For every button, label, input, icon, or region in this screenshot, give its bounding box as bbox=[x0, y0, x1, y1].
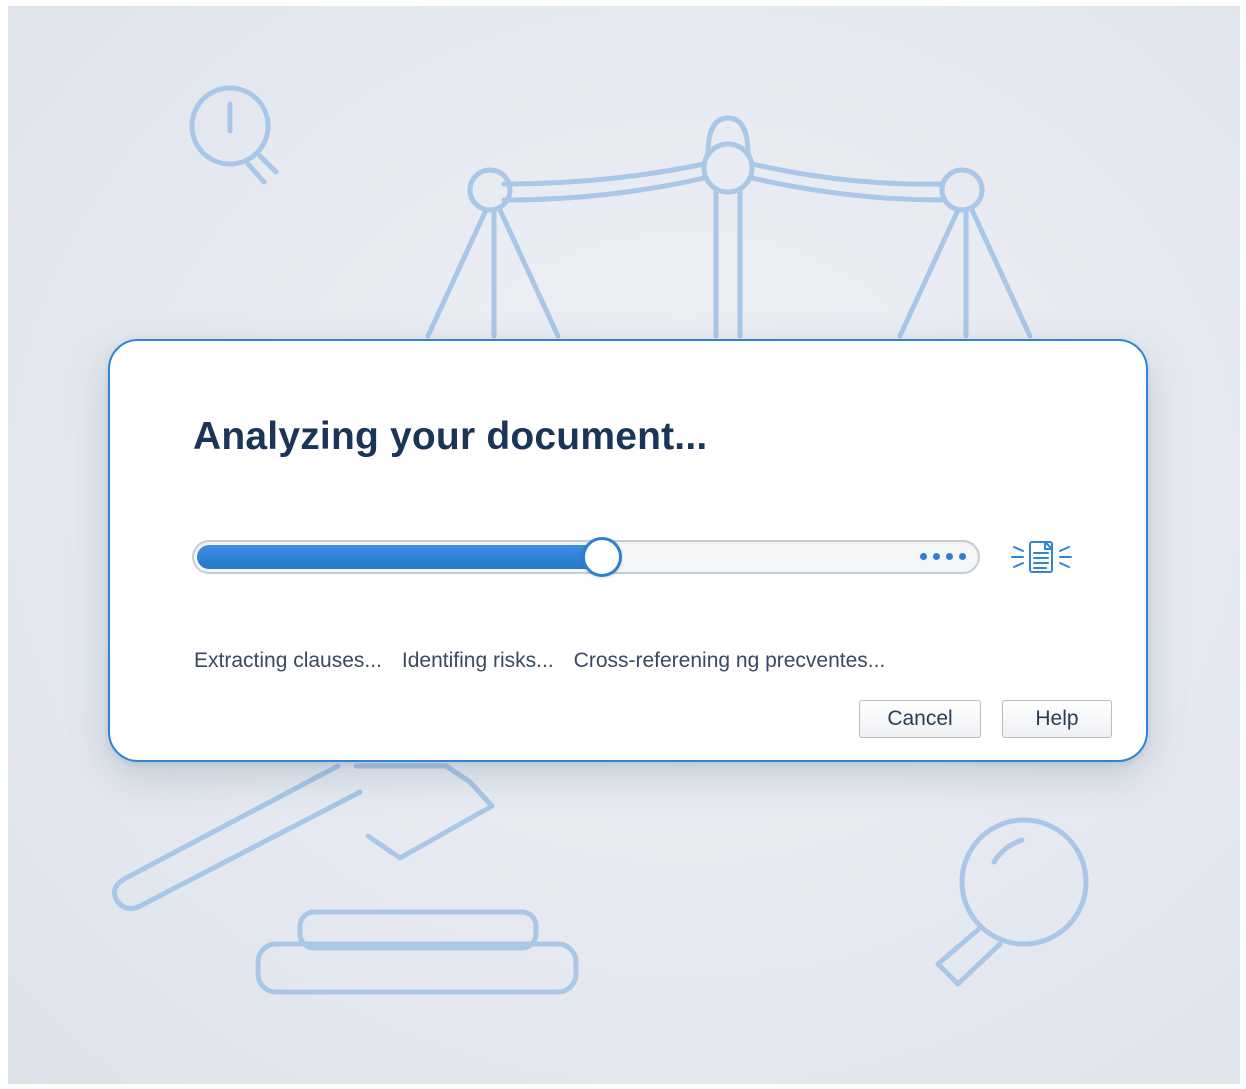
step-extracting-clauses: Extracting clauses... bbox=[194, 649, 382, 672]
step-cross-referencing: Cross-referening ng precventes... bbox=[573, 649, 886, 672]
step-identifying-risks: Identifing risks... bbox=[401, 649, 554, 672]
app-scene: Analyzing your document... Extracting cl… bbox=[8, 6, 1240, 1084]
cancel-button[interactable]: Cancel bbox=[859, 700, 981, 738]
analysis-progress-dialog: Analyzing your document... Extracting cl… bbox=[108, 339, 1148, 762]
help-button[interactable]: Help bbox=[1002, 700, 1112, 738]
analysis-steps: Extracting clauses... Identifing risks..… bbox=[194, 649, 885, 673]
gavel-icon bbox=[111, 763, 579, 995]
dialog-title: Analyzing your document... bbox=[193, 415, 708, 458]
progress-fill bbox=[197, 545, 602, 569]
loading-dots-icon bbox=[920, 553, 966, 560]
progress-bar bbox=[192, 537, 980, 577]
magnifying-glass-icon bbox=[935, 817, 1089, 987]
clock-icon bbox=[189, 85, 279, 185]
scales-of-justice-icon bbox=[425, 115, 1033, 339]
document-scan-icon bbox=[1011, 541, 1072, 573]
progress-handle[interactable] bbox=[582, 537, 622, 577]
